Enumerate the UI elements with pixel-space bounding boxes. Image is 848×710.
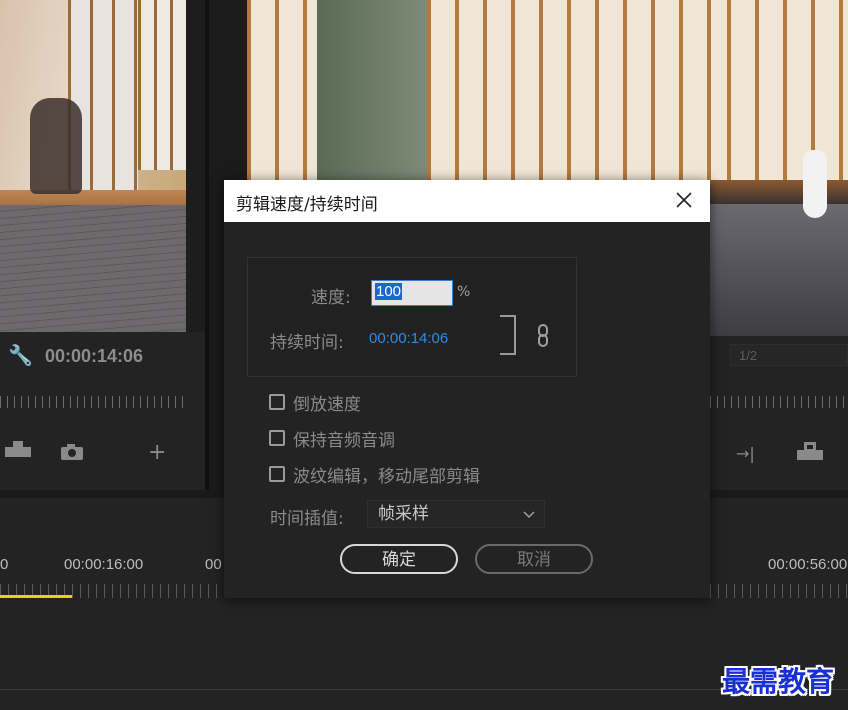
ok-button[interactable]: 确定 — [340, 544, 458, 574]
timeline-time-label: 00:00:56:00 — [768, 556, 848, 573]
ripple-edit-checkbox[interactable]: 波纹编辑，移动尾部剪辑 — [269, 462, 480, 487]
source-timecode[interactable]: 00:00:14:06 — [45, 346, 143, 367]
clip-speed-dialog: 剪辑速度/持续时间 速度: 100 % 持续时间: 00:00:14:06 倒放… — [224, 180, 710, 598]
watermark-logo: 最需教育 — [722, 665, 835, 698]
program-ruler[interactable] — [710, 396, 848, 408]
timeline-time-label: 00:00:16:00 — [64, 556, 144, 573]
insert-icon[interactable] — [4, 440, 34, 460]
timeline-divider — [0, 689, 848, 690]
link-bracket — [500, 315, 516, 355]
maintain-pitch-checkbox[interactable]: 保持音频音调 — [269, 426, 395, 451]
timeline-ruler[interactable] — [710, 584, 848, 598]
duration-value[interactable]: 00:00:14:06 — [369, 330, 448, 347]
checkbox-label: 保持音频音调 — [293, 430, 395, 451]
speed-duration-group — [247, 257, 577, 377]
video-content — [30, 98, 82, 194]
timeline-time-label: 00 — [205, 556, 222, 573]
wrench-icon[interactable]: 🔧 — [8, 343, 33, 367]
interpolation-label: 时间插值: — [270, 509, 344, 529]
page-select[interactable]: 1/2 — [730, 344, 848, 366]
source-monitor-video — [0, 0, 186, 332]
video-content — [317, 0, 427, 200]
checkbox-label: 波纹编辑，移动尾部剪辑 — [293, 466, 480, 487]
timeline-time-label: 0 — [0, 556, 9, 573]
checkbox-icon[interactable] — [269, 394, 285, 410]
camera-icon[interactable] — [60, 443, 84, 461]
add-icon[interactable]: + — [148, 442, 166, 464]
dialog-titlebar[interactable]: 剪辑速度/持续时间 — [224, 180, 710, 222]
duration-label: 持续时间: — [270, 333, 344, 353]
speed-value: 100 — [375, 283, 403, 300]
trim-icon[interactable]: →| — [736, 444, 760, 463]
page-select-value: 1/2 — [739, 348, 758, 363]
checkbox-icon[interactable] — [269, 430, 285, 446]
panel-separator[interactable] — [205, 0, 209, 490]
checkbox-icon[interactable] — [269, 466, 285, 482]
video-content — [727, 0, 848, 185]
speed-input[interactable]: 100 — [371, 280, 453, 306]
video-content — [427, 0, 727, 185]
video-content — [247, 0, 317, 185]
reverse-speed-checkbox[interactable]: 倒放速度 — [269, 390, 361, 415]
video-content — [0, 205, 186, 332]
cancel-button[interactable]: 取消 — [475, 544, 593, 574]
export-frame-icon[interactable] — [796, 440, 826, 462]
speed-unit: % — [457, 284, 471, 300]
video-content — [803, 150, 827, 218]
interpolation-select[interactable]: 帧采样 — [367, 500, 545, 528]
dialog-title: 剪辑速度/持续时间 — [236, 195, 378, 215]
source-ruler[interactable] — [0, 396, 186, 408]
chevron-down-icon — [522, 501, 536, 536]
work-area-bar[interactable] — [0, 595, 72, 598]
checkbox-label: 倒放速度 — [293, 394, 361, 415]
speed-label: 速度: — [311, 288, 351, 308]
close-icon[interactable] — [672, 188, 696, 212]
interpolation-value: 帧采样 — [378, 504, 429, 524]
video-content — [138, 0, 186, 170]
link-icon[interactable] — [536, 324, 550, 347]
